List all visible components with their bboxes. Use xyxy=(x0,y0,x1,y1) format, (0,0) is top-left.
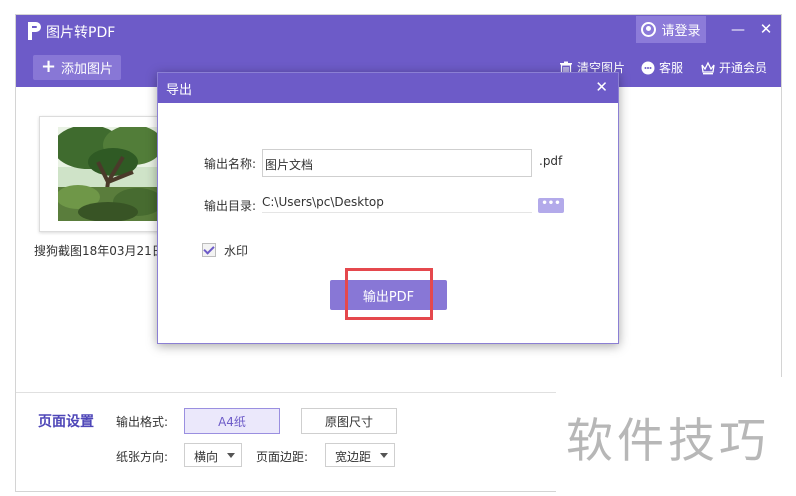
watermark-label: 水印 xyxy=(224,244,249,258)
chevron-down-icon xyxy=(227,453,235,458)
page-margin-select[interactable]: 宽边距 xyxy=(325,443,395,467)
login-label: 请登录 xyxy=(661,24,701,39)
vip-button[interactable]: 开通会员 xyxy=(701,59,767,76)
chat-icon xyxy=(641,61,655,74)
browse-dir-button[interactable]: ••• xyxy=(538,198,564,213)
watermark-checkbox[interactable] xyxy=(202,243,216,257)
paper-direction-value: 横向 xyxy=(194,450,219,464)
paper-direction-select[interactable]: 横向 xyxy=(184,443,242,467)
paper-direction-label: 纸张方向: xyxy=(116,450,169,464)
minimize-button[interactable]: — xyxy=(730,22,746,38)
crown-icon xyxy=(701,61,715,74)
watermark-overlay-text: 软件技巧 xyxy=(566,414,770,469)
image-thumbnail xyxy=(58,127,158,221)
format-original-size-button[interactable]: 原图尺寸 xyxy=(301,408,397,434)
page-margin-label: 页面边距: xyxy=(256,450,309,464)
dialog-header: 导出 ✕ xyxy=(158,73,618,103)
page-margin-value: 宽边距 xyxy=(335,450,372,464)
add-image-button[interactable]: + 添加图片 xyxy=(33,55,121,80)
chevron-down-icon xyxy=(380,453,388,458)
vip-label: 开通会员 xyxy=(719,61,768,75)
highlight-annotation xyxy=(345,268,433,320)
output-dir-field[interactable]: C:\Users\pc\Desktop xyxy=(262,191,532,213)
user-icon xyxy=(641,22,657,37)
login-button[interactable]: 请登录 xyxy=(636,16,706,43)
file-extension: .pdf xyxy=(539,154,563,168)
window-close-button[interactable]: ✕ xyxy=(758,21,774,37)
dialog-title: 导出 xyxy=(166,83,193,98)
dialog-close-button[interactable]: ✕ xyxy=(595,79,608,95)
app-logo-icon xyxy=(28,22,41,40)
plus-icon: + xyxy=(40,55,57,77)
app-title: 图片转PDF xyxy=(46,25,116,41)
customer-service-label: 客服 xyxy=(659,61,684,75)
thumbnail-caption: 搜狗截图18年03月21日 xyxy=(34,244,164,258)
customer-service-button[interactable]: 客服 xyxy=(641,59,683,76)
page-settings-title: 页面设置 xyxy=(38,414,94,430)
output-name-label: 输出名称: xyxy=(204,157,257,171)
output-dir-label: 输出目录: xyxy=(204,199,257,213)
output-name-input[interactable]: 图片文档 xyxy=(262,149,532,177)
export-dialog: 导出 ✕ 输出名称: 图片文档 .pdf 输出目录: C:\Users\pc\D… xyxy=(157,72,619,344)
output-format-label: 输出格式: xyxy=(116,415,169,429)
image-thumbnail-card[interactable] xyxy=(39,116,173,232)
format-a4-button[interactable]: A4纸 xyxy=(184,408,280,434)
add-image-label: 添加图片 xyxy=(61,62,114,77)
